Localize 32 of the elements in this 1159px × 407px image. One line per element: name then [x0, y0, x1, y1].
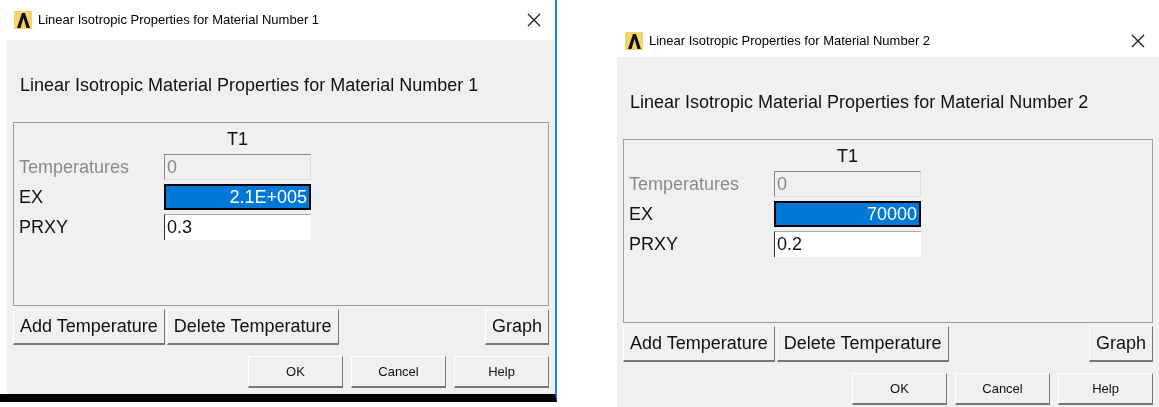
close-icon[interactable]: [527, 13, 541, 27]
row-label: Temperatures: [628, 172, 741, 196]
dialog-button[interactable]: OK: [852, 373, 947, 405]
row-label: Temperatures: [18, 155, 131, 179]
value-field[interactable]: 2.1E+005: [164, 184, 311, 210]
dialog-heading: Linear Isotropic Material Properties for Material Number 1: [20, 74, 480, 97]
value-field[interactable]: 70000: [774, 201, 921, 227]
dialog-button[interactable]: Cancel: [351, 356, 446, 388]
dialog-button[interactable]: OK: [248, 356, 343, 388]
table-button[interactable]: Add Temperature: [13, 309, 165, 345]
window-title: Linear Isotropic Properties for Material Number 1: [38, 11, 320, 30]
dialog-heading: Linear Isotropic Material Properties for Material Number 2: [630, 91, 1090, 114]
row-label: EX: [18, 185, 44, 209]
dialog-button[interactable]: Help: [454, 356, 549, 388]
table-button[interactable]: Add Temperature: [623, 326, 775, 362]
close-icon[interactable]: [1131, 34, 1145, 48]
graph-button[interactable]: Graph: [484, 309, 549, 345]
row-label: EX: [628, 202, 654, 226]
app-logo-icon: [625, 32, 643, 50]
row-label: PRXY: [18, 215, 70, 239]
graph-button[interactable]: Graph: [1088, 326, 1153, 362]
dialog-button[interactable]: Help: [1058, 373, 1153, 405]
value-field[interactable]: 0.2: [774, 231, 921, 257]
column-header: T1: [836, 145, 859, 168]
row-label: PRXY: [628, 232, 680, 256]
column-header: T1: [226, 128, 249, 151]
table-button[interactable]: Delete Temperature: [776, 326, 949, 362]
app-logo-icon: [14, 11, 32, 29]
dialog-button[interactable]: Cancel: [955, 373, 1050, 405]
value-field[interactable]: 0.3: [164, 214, 311, 240]
window-title: Linear Isotropic Properties for Material Number 2: [649, 32, 931, 51]
table-button[interactable]: Delete Temperature: [166, 309, 339, 345]
